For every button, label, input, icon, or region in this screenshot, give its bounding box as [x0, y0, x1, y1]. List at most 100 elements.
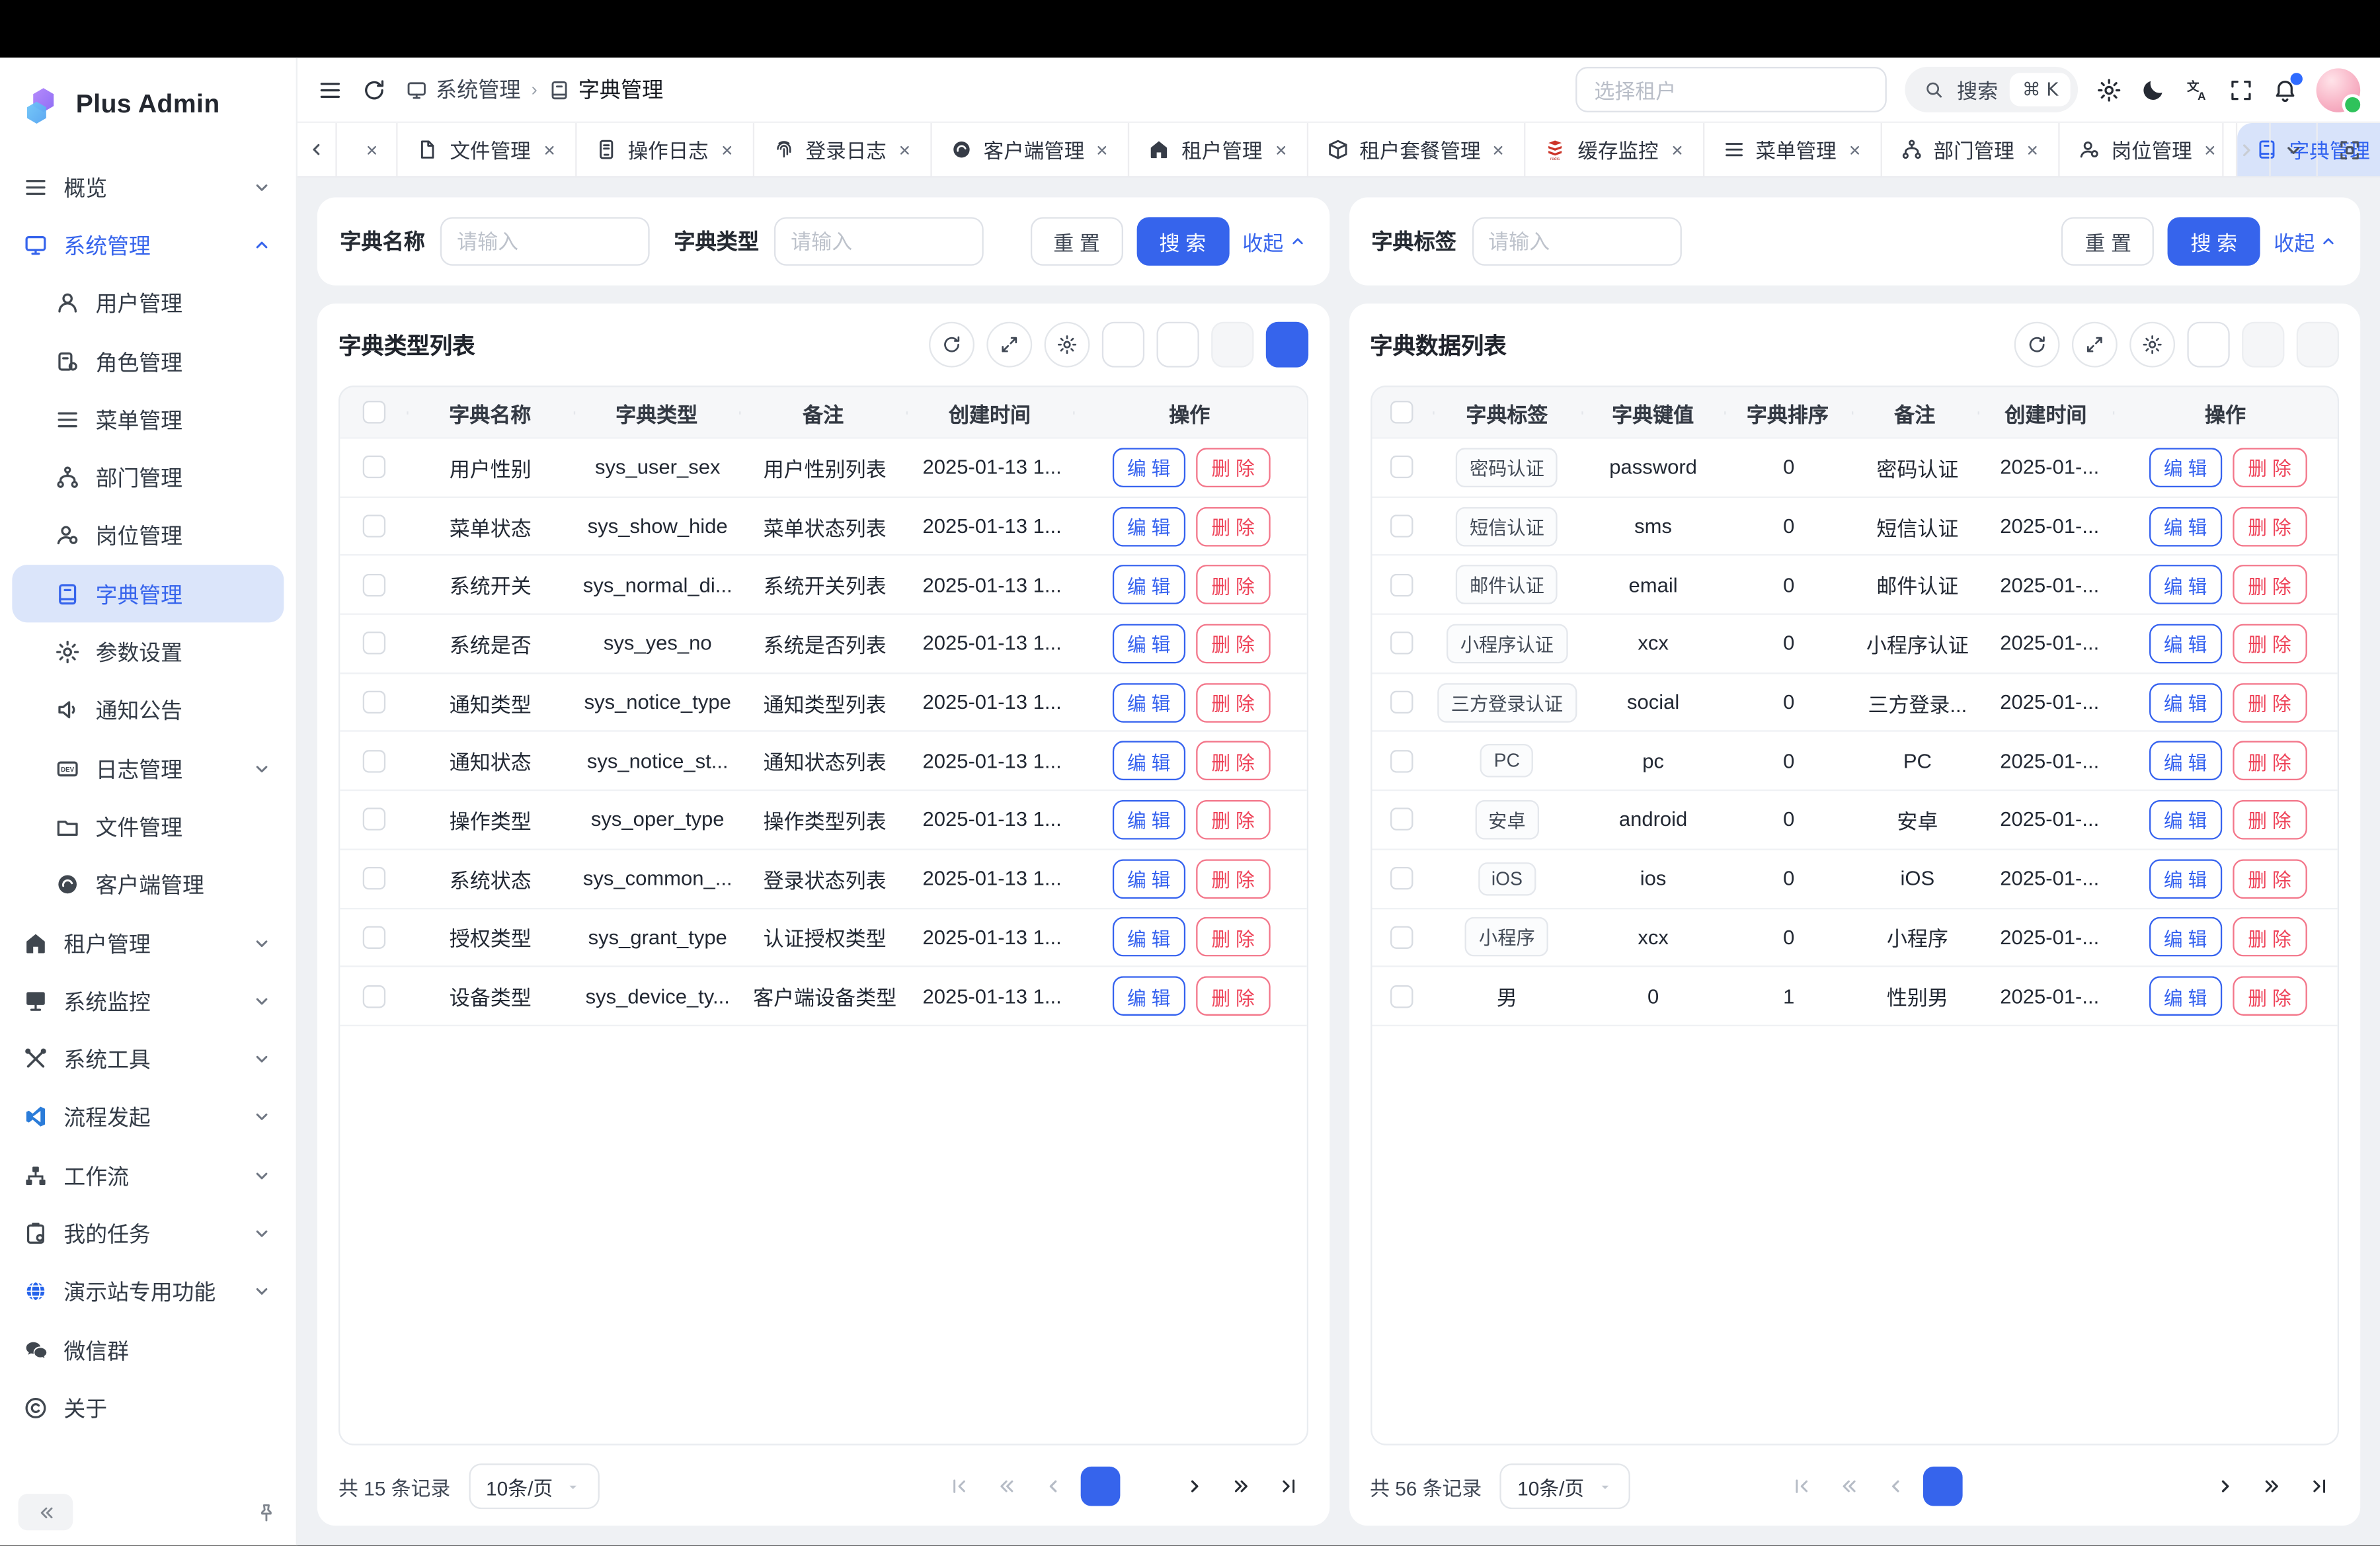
sidebar-item[interactable]: 工作流 — [12, 1147, 284, 1205]
row-checkbox[interactable] — [1390, 573, 1413, 596]
close-tab-icon[interactable] — [2025, 142, 2040, 157]
close-tab-icon[interactable] — [1095, 142, 1110, 157]
next-page-button[interactable] — [2205, 1467, 2245, 1507]
next-page-button[interactable] — [1174, 1467, 1214, 1507]
sidebar-item[interactable]: 部门管理 — [12, 448, 284, 507]
delete-button[interactable]: 删 除 — [1196, 448, 1269, 487]
toolbar-button[interactable] — [2297, 322, 2339, 368]
settings-gear-icon[interactable] — [2096, 77, 2122, 102]
sidebar-item[interactable]: 系统管理 — [12, 216, 284, 274]
translate-icon[interactable] — [2184, 77, 2210, 102]
fullscreen-icon[interactable] — [2228, 77, 2254, 102]
sidebar-item[interactable]: 字典管理 — [12, 565, 284, 623]
tab[interactable]: 菜单管理 — [1704, 123, 1882, 176]
close-tab-icon[interactable] — [1669, 142, 1685, 157]
toolbar-button[interactable] — [1156, 322, 1198, 368]
sidebar-item[interactable]: 流程发起 — [12, 1088, 284, 1147]
pin-sidebar-icon[interactable] — [255, 1501, 278, 1524]
tabs-scroll-left-button[interactable] — [298, 123, 338, 176]
jump-forward-button[interactable] — [2252, 1467, 2292, 1507]
search-button[interactable]: 搜 索 — [2168, 217, 2260, 265]
page-number-button[interactable] — [2112, 1467, 2151, 1507]
sidebar-item[interactable]: 参数设置 — [12, 623, 284, 681]
delete-button[interactable]: 删 除 — [2233, 448, 2306, 487]
breadcrumb-item-dict[interactable]: 字典管理 — [548, 75, 663, 105]
sidebar-item[interactable]: 菜单管理 — [12, 390, 284, 448]
delete-button[interactable]: 删 除 — [1196, 976, 1269, 1016]
edit-button[interactable]: 编 辑 — [1112, 448, 1185, 487]
expand-table-button[interactable] — [986, 322, 1031, 368]
close-tab-icon[interactable] — [1273, 142, 1288, 157]
page-number-button[interactable] — [2159, 1467, 2198, 1507]
dark-mode-moon-icon[interactable] — [2140, 77, 2166, 102]
row-checkbox[interactable] — [362, 691, 385, 713]
row-checkbox[interactable] — [362, 750, 385, 772]
table-settings-button[interactable] — [2129, 322, 2175, 368]
row-checkbox[interactable] — [362, 514, 385, 537]
toolbar-button[interactable] — [2242, 322, 2284, 368]
edit-button[interactable]: 编 辑 — [1112, 976, 1185, 1016]
tab[interactable]: 客户端管理 — [932, 123, 1130, 176]
page-number-button[interactable] — [2017, 1467, 2057, 1507]
refresh-table-button[interactable] — [2014, 322, 2060, 368]
sidebar-item[interactable]: 通知公告 — [12, 681, 284, 739]
toolbar-button[interactable] — [1210, 322, 1253, 368]
tabs-menu-button[interactable] — [2269, 123, 2316, 176]
sidebar-item[interactable]: 我的任务 — [12, 1204, 284, 1262]
close-tab-icon[interactable] — [1491, 142, 1507, 157]
edit-button[interactable]: 编 辑 — [2149, 565, 2222, 605]
field-input[interactable] — [1472, 217, 1681, 265]
edit-button[interactable]: 编 辑 — [1112, 682, 1185, 722]
table-settings-button[interactable] — [1043, 322, 1089, 368]
row-checkbox[interactable] — [362, 985, 385, 1007]
toolbar-button[interactable] — [1101, 322, 1144, 368]
sidebar-item[interactable]: 用户管理 — [12, 274, 284, 333]
close-tab-icon[interactable] — [541, 142, 557, 157]
select-all-checkbox[interactable] — [1390, 401, 1413, 423]
edit-button[interactable]: 编 辑 — [2149, 624, 2222, 663]
row-checkbox[interactable] — [1390, 926, 1413, 948]
page-number-button[interactable] — [1080, 1467, 1120, 1507]
delete-button[interactable]: 删 除 — [2233, 976, 2306, 1016]
delete-button[interactable]: 删 除 — [1196, 565, 1269, 605]
edit-button[interactable]: 编 辑 — [2149, 800, 2222, 840]
row-checkbox[interactable] — [362, 456, 385, 479]
tab[interactable]: 登录日志 — [754, 123, 932, 176]
close-tab-icon[interactable] — [2203, 142, 2218, 157]
edit-button[interactable]: 编 辑 — [1112, 741, 1185, 781]
jump-back-button[interactable] — [1829, 1467, 1869, 1507]
toolbar-button[interactable] — [2187, 322, 2229, 368]
refresh-page-icon[interactable] — [361, 77, 387, 102]
reset-button[interactable]: 重 置 — [2062, 217, 2155, 265]
delete-button[interactable]: 删 除 — [2233, 507, 2306, 546]
page-size-select[interactable]: 10条/页 — [1500, 1464, 1630, 1510]
delete-button[interactable]: 删 除 — [1196, 800, 1269, 840]
notifications-bell-icon[interactable] — [2272, 77, 2298, 102]
content-fullscreen-button[interactable] — [2317, 123, 2380, 176]
delete-button[interactable]: 删 除 — [1196, 624, 1269, 663]
breadcrumb-item-system[interactable]: 系统管理 — [405, 75, 520, 105]
tab[interactable]: 缓存监控 — [1526, 123, 1704, 176]
row-checkbox[interactable] — [1390, 750, 1413, 772]
row-checkbox[interactable] — [1390, 985, 1413, 1007]
jump-forward-button[interactable] — [1221, 1467, 1261, 1507]
reset-button[interactable]: 重 置 — [1031, 217, 1123, 265]
row-checkbox[interactable] — [1390, 514, 1413, 537]
close-tab-icon[interactable] — [365, 142, 380, 157]
collapse-search-link[interactable]: 收起 — [2274, 226, 2337, 257]
edit-button[interactable]: 编 辑 — [2149, 976, 2222, 1016]
delete-button[interactable]: 删 除 — [2233, 859, 2306, 899]
delete-button[interactable]: 删 除 — [2233, 741, 2306, 781]
sidebar-item[interactable]: 客户端管理 — [12, 856, 284, 914]
tab[interactable]: 岗位管理 — [2060, 123, 2238, 176]
delete-button[interactable]: 删 除 — [2233, 918, 2306, 957]
row-checkbox[interactable] — [1390, 632, 1413, 655]
delete-button[interactable]: 删 除 — [1196, 918, 1269, 957]
row-checkbox[interactable] — [1390, 691, 1413, 713]
last-page-button[interactable] — [2299, 1467, 2339, 1507]
edit-button[interactable]: 编 辑 — [1112, 565, 1185, 605]
sidebar-item[interactable]: 日志管理 — [12, 739, 284, 797]
edit-button[interactable]: 编 辑 — [1112, 918, 1185, 957]
page-size-select[interactable]: 10条/页 — [469, 1464, 599, 1510]
row-checkbox[interactable] — [362, 573, 385, 596]
